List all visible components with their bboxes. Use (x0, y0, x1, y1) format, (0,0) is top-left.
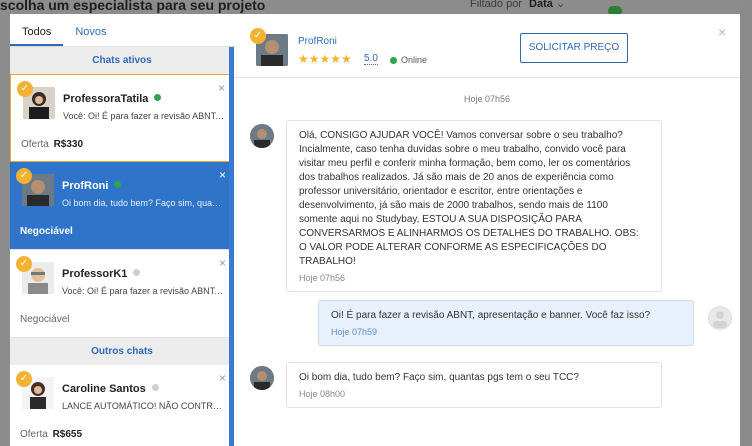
online-status-icon (114, 181, 122, 188)
chat-offer: Oferta R$330 (21, 139, 84, 150)
chat-offer: Negociável (20, 314, 70, 325)
page-title: scolha um especialista para seu projeto (0, 0, 266, 13)
offline-status-icon (133, 269, 141, 276)
close-icon[interactable]: × (219, 256, 226, 270)
tab-novos[interactable]: Novos (63, 26, 118, 46)
online-status-icon (154, 94, 162, 101)
message-text: Oi bom dia, tudo bem? Faço sim, quantas … (299, 372, 579, 383)
chevron-down-icon: ⌄ (555, 0, 566, 10)
chat-snippet: Você: Oi! É para fazer a revisão ABNT, .… (63, 111, 225, 121)
chat-name: ProfessorK1 (62, 268, 141, 280)
close-icon[interactable]: × (219, 168, 226, 182)
chat-modal: Todos Novos Chats ativos ✓ ProfessoraTat… (10, 14, 740, 446)
section-outros-chats: Outros chats (10, 338, 234, 365)
chat-name: ProfessoraTatila (63, 93, 162, 105)
close-icon[interactable]: × (219, 371, 226, 385)
chat-item-professoratatila[interactable]: ✓ ProfessoraTatila Você: Oi! É para faze… (10, 74, 234, 162)
chat-item-caroline-santos[interactable]: ✓ Caroline Santos LANCE AUTOMÁTICO! NÃO … (10, 365, 234, 446)
background-strip (740, 0, 752, 446)
message-text: Olá, CONSIGO AJUDAR VOCÊ! Vamos conversa… (299, 130, 639, 267)
filter-value[interactable]: Data (529, 0, 553, 10)
message-time: Hoje 07h59 (331, 327, 378, 337)
close-icon[interactable]: × (718, 24, 726, 40)
date-separator: Hoje 07h56 (463, 94, 511, 104)
chat-item-profroni[interactable]: ✓ ProfRoni Oi bom dia, tudo bem? Faço si… (10, 162, 234, 250)
expert-message-avatar (250, 366, 274, 390)
chat-snippet: Oi bom dia, tudo bem? Faço sim, quan... (62, 198, 224, 208)
section-chats-ativos: Chats ativos (10, 47, 234, 74)
tab-todos[interactable]: Todos (10, 26, 64, 46)
verified-badge-icon: ✓ (250, 28, 266, 44)
chat-tabs: Todos Novos (10, 14, 234, 47)
chat-offer: Oferta R$655 (20, 429, 83, 440)
verified-badge-icon: ✓ (16, 168, 32, 184)
offline-status-icon (151, 384, 159, 391)
filter-label: Filtado por (470, 0, 522, 10)
filter-control[interactable]: Filtado por Data ⌄ (470, 0, 565, 10)
message-text: Oi! É para fazer a revisão ABNT, apresen… (331, 310, 651, 321)
message-time: Hoje 07h56 (299, 273, 346, 283)
expert-name[interactable]: ProfRoni (298, 36, 337, 47)
message-time: Hoje 08h00 (299, 389, 346, 399)
message-bubble: Oi bom dia, tudo bem? Faço sim, quantas … (286, 362, 662, 408)
close-icon[interactable]: × (218, 81, 225, 95)
verified-badge-icon: ✓ (16, 256, 32, 272)
chat-item-professork1[interactable]: ✓ ProfessorK1 Você: Oi! É para fazer a r… (10, 250, 234, 338)
online-status-icon (390, 57, 397, 64)
chat-offer: Negociável (20, 226, 73, 237)
expert-message-avatar (250, 124, 274, 148)
rating-value[interactable]: 5.0 (364, 53, 378, 65)
chat-name: ProfRoni (62, 180, 122, 192)
message-bubble: Olá, CONSIGO AJUDAR VOCÊ! Vamos conversa… (286, 120, 662, 292)
chat-snippet: Você: Oi! É para fazer a revisão ABNT, .… (62, 286, 224, 296)
verified-badge-icon: ✓ (16, 371, 32, 387)
online-status-label: Online (401, 55, 428, 65)
message-bubble-mine: Oi! É para fazer a revisão ABNT, apresen… (318, 300, 694, 346)
chat-name: Caroline Santos (62, 383, 159, 395)
rating-stars-icon: ★★★★★ (298, 52, 352, 66)
request-price-button[interactable]: SOLICITAR PREÇO (520, 33, 628, 63)
verified-badge-icon: ✓ (17, 81, 33, 97)
user-avatar (708, 306, 732, 330)
chat-list-panel: Todos Novos Chats ativos ✓ ProfessoraTat… (10, 14, 234, 446)
chat-snippet: LANCE AUTOMÁTICO! NÃO CONTRAT... (62, 401, 224, 411)
conversation-header: ✓ ProfRoni ★★★★★ 5.0 Online SOLICITAR PR… (234, 14, 740, 78)
conversation-panel: ✓ ProfRoni ★★★★★ 5.0 Online SOLICITAR PR… (234, 14, 740, 446)
